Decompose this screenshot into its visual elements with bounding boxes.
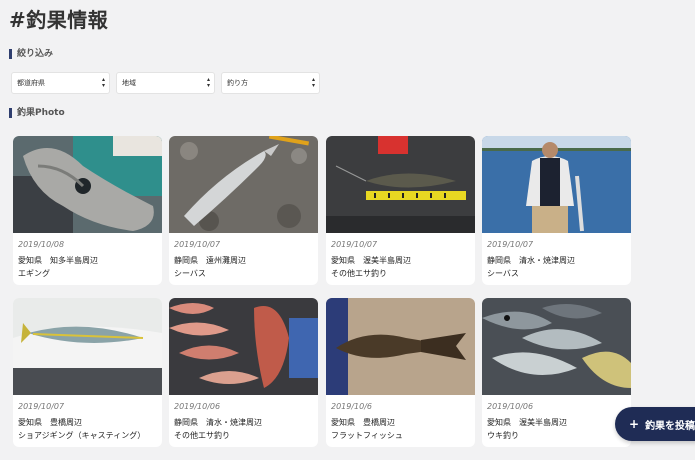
catch-location: 愛知県 渥美半島周辺 [331, 256, 411, 265]
prefecture-select-value: 都道府県 [17, 79, 45, 87]
method-select-value: 釣り方 [227, 79, 248, 87]
catch-date: 2019/10/6 [331, 402, 373, 411]
catch-location: 静岡県 清水・焼津周辺 [174, 418, 262, 427]
catch-date: 2019/10/06 [174, 402, 221, 411]
catch-method: シーバス [487, 269, 519, 278]
catch-method: シーバス [174, 269, 206, 278]
catch-card[interactable]: 2019/10/06 愛知県 渥美半島周辺 ウキ釣り [482, 298, 631, 447]
photos-section-label: 釣果Photo [9, 108, 65, 118]
flathead-on-sand-photo [326, 298, 475, 395]
region-select-value: 地域 [122, 79, 136, 87]
catch-card[interactable]: 2019/10/07 愛知県 豊橋周辺 ショアジギング（キャスティング） [13, 298, 162, 447]
plus-icon: + [629, 417, 640, 431]
catch-date: 2019/10/07 [18, 402, 65, 411]
catch-date: 2019/10/08 [18, 240, 65, 249]
red-sea-breams-photo [169, 298, 318, 395]
catch-location: 愛知県 豊橋周辺 [18, 418, 82, 427]
catch-method: フラットフィッシュ [331, 431, 403, 440]
select-arrows-icon: ▴ ▾ [311, 76, 315, 89]
select-arrows-icon: ▴ ▾ [206, 76, 210, 89]
catch-method: ショアジギング（キャスティング） [18, 431, 146, 440]
catch-method: その他エサ釣り [331, 269, 387, 278]
catch-card[interactable]: 2019/10/06 静岡県 清水・焼津周辺 その他エサ釣り [169, 298, 318, 447]
catch-location: 愛知県 知多半島周辺 [18, 256, 98, 265]
filter-bar: 都道府県 ▴ ▾ 地域 ▴ ▾ 釣り方 ▴ ▾ [11, 72, 320, 94]
seabass-on-rocks-photo [169, 136, 318, 233]
catch-location: 愛知県 豊橋周辺 [331, 418, 395, 427]
catch-card[interactable]: 2019/10/07 愛知県 渥美半島周辺 その他エサ釣り [326, 136, 475, 285]
post-catch-button[interactable]: + 釣果を投稿す [615, 407, 695, 441]
fish-with-ruler-photo [326, 136, 475, 233]
catch-card[interactable]: 2019/10/6 愛知県 豊橋周辺 フラットフィッシュ [326, 298, 475, 447]
catch-card[interactable]: 2019/10/07 静岡県 清水・焼津周辺 シーバス [482, 136, 631, 285]
select-arrows-icon: ▴ ▾ [101, 76, 105, 89]
catch-location: 静岡県 遠州灘周辺 [174, 256, 246, 265]
fish-catch-pile-photo [482, 298, 631, 395]
catch-location: 静岡県 清水・焼津周辺 [487, 256, 575, 265]
catch-date: 2019/10/06 [487, 402, 534, 411]
catch-method: ウキ釣り [487, 431, 519, 440]
method-select[interactable]: 釣り方 ▴ ▾ [221, 72, 320, 94]
catch-date: 2019/10/07 [487, 240, 534, 249]
post-catch-button-label: 釣果を投稿す [645, 420, 695, 432]
catch-date: 2019/10/07 [174, 240, 221, 249]
yellowtail-photo [13, 298, 162, 395]
catch-location: 愛知県 渥美半島周辺 [487, 418, 567, 427]
region-select[interactable]: 地域 ▴ ▾ [116, 72, 215, 94]
angler-holding-fish-photo [482, 136, 631, 233]
catch-card[interactable]: 2019/10/07 静岡県 遠州灘周辺 シーバス [169, 136, 318, 285]
filter-section-label: 絞り込み [9, 49, 53, 59]
catch-card[interactable]: 2019/10/08 愛知県 知多半島周辺 エギング [13, 136, 162, 285]
page-title: #釣果情報 [9, 8, 109, 32]
prefecture-select[interactable]: 都道府県 ▴ ▾ [11, 72, 110, 94]
squid-photo [13, 136, 162, 233]
catch-date: 2019/10/07 [331, 240, 378, 249]
catch-method: エギング [18, 269, 50, 278]
catch-method: その他エサ釣り [174, 431, 230, 440]
